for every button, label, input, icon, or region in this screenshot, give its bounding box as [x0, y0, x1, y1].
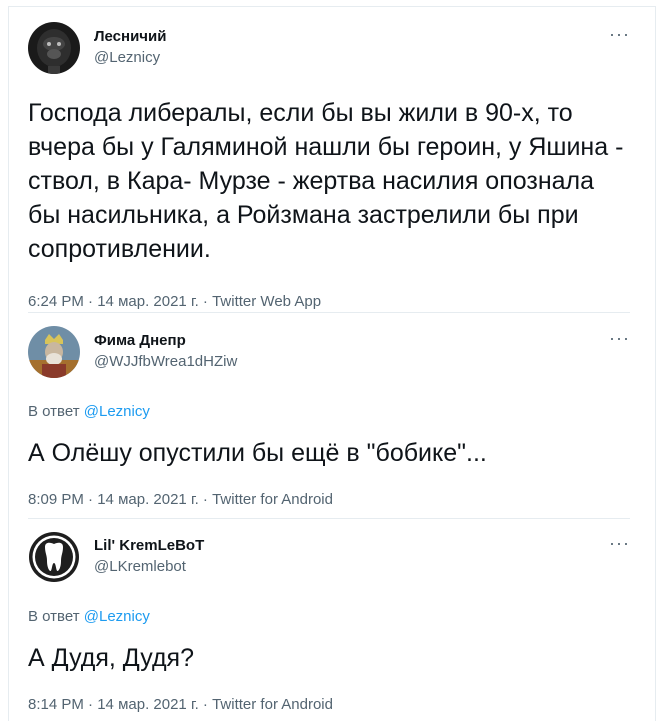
tweet-text: Господа либералы, если бы вы жили в 90-х…: [28, 99, 624, 263]
tweet-meta: 6:24 PM · 14 мар. 2021 г. · Twitter Web …: [28, 292, 630, 312]
tweet-text: А Олёшу опустили бы ещё в "бобике"...: [28, 439, 487, 467]
meta-separator: ·: [83, 293, 98, 310]
author-handle[interactable]: @Leznicy: [94, 48, 166, 68]
reply-label: В ответ: [28, 403, 80, 420]
tweet-time[interactable]: 8:09 PM: [28, 491, 84, 508]
tweet-header: Lil' KremLeBoT @LKremlebot ···: [28, 531, 630, 585]
more-options-icon[interactable]: ···: [609, 533, 630, 554]
tweet-date[interactable]: 14 мар. 2021 г.: [97, 696, 199, 713]
gorilla-avatar-icon[interactable]: [28, 22, 80, 74]
tweet-date[interactable]: 14 мар. 2021 г.: [97, 293, 199, 310]
reply-to-link[interactable]: @Leznicy: [84, 608, 150, 625]
tweet-header: Лесничий @Leznicy ···: [28, 22, 630, 76]
tweet-source[interactable]: Twitter for Android: [212, 696, 333, 713]
tweet-text: А Дудя, Дудя?: [28, 644, 194, 672]
author-name[interactable]: Lil' KremLeBoT: [94, 537, 204, 555]
meta-separator: ·: [83, 696, 98, 713]
tweet-header: Фима Днепр @WJJfbWrea1dHZiw ···: [28, 326, 630, 380]
meta-separator: ·: [198, 491, 213, 508]
reply-context: В ответ @Leznicy: [28, 402, 630, 422]
tweet-meta: 8:09 PM · 14 мар. 2021 г. · Twitter for …: [28, 490, 630, 510]
reply-context: В ответ @Leznicy: [28, 607, 630, 627]
divider: [28, 312, 630, 313]
tweet-source[interactable]: Twitter Web App: [212, 293, 321, 310]
tweet-leznicy[interactable]: Лесничий @Leznicy ··· Господа либералы, …: [28, 22, 630, 312]
meta-separator: ·: [83, 491, 98, 508]
author-name[interactable]: Фима Днепр: [94, 332, 237, 350]
meta-separator: ·: [198, 696, 213, 713]
meta-separator: ·: [198, 293, 213, 310]
more-options-icon[interactable]: ···: [609, 328, 630, 349]
king-avatar-icon[interactable]: [28, 326, 80, 378]
tweet-date[interactable]: 14 мар. 2021 г.: [97, 491, 199, 508]
tooth-avatar-icon[interactable]: [28, 531, 80, 583]
tweet-meta: 8:14 PM · 14 мар. 2021 г. · Twitter for …: [28, 695, 630, 715]
tweet-source[interactable]: Twitter for Android: [212, 491, 333, 508]
tweet-time[interactable]: 8:14 PM: [28, 696, 84, 713]
tweet-reply-fima[interactable]: Фима Днепр @WJJfbWrea1dHZiw ··· В ответ …: [28, 326, 630, 510]
author-handle[interactable]: @WJJfbWrea1dHZiw: [94, 352, 237, 372]
divider: [28, 518, 630, 519]
tweet-reply-kremlebot[interactable]: Lil' KremLeBoT @LKremlebot ··· В ответ @…: [28, 531, 630, 715]
reply-to-link[interactable]: @Leznicy: [84, 403, 150, 420]
tweet-time[interactable]: 6:24 PM: [28, 293, 84, 310]
author-name[interactable]: Лесничий: [94, 28, 166, 46]
author-handle[interactable]: @LKremlebot: [94, 557, 204, 577]
more-options-icon[interactable]: ···: [609, 24, 630, 45]
reply-label: В ответ: [28, 608, 80, 625]
